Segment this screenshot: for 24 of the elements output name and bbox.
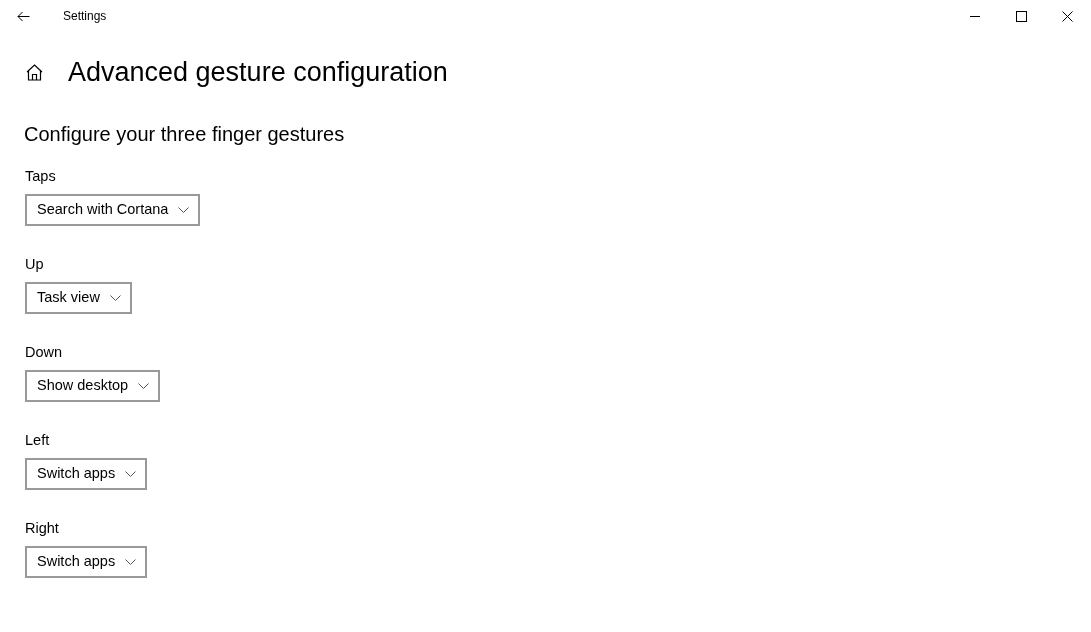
- page-title: Advanced gesture configuration: [68, 56, 448, 89]
- field-label: Up: [25, 255, 44, 274]
- field-label: Down: [25, 343, 63, 362]
- window-title: Settings: [63, 8, 107, 25]
- dropdown[interactable]: Switch apps: [25, 458, 148, 490]
- maximize-icon: [1015, 10, 1027, 22]
- minimize-icon: [970, 15, 980, 17]
- chevron-down-icon: [125, 559, 137, 565]
- dropdown[interactable]: Show desktop: [25, 370, 161, 402]
- chevron-down-icon: [138, 383, 150, 389]
- close-icon: [1061, 10, 1073, 22]
- dropdown[interactable]: Switch apps: [25, 546, 148, 578]
- chevron-down-icon: [178, 207, 190, 213]
- back-arrow-icon: [17, 10, 30, 22]
- field-label: Left: [25, 431, 50, 450]
- home-icon: [26, 63, 43, 81]
- dropdown[interactable]: Task view: [25, 282, 132, 314]
- chevron-down-icon: [125, 471, 137, 477]
- section-heading: Configure your three finger gestures: [24, 122, 346, 147]
- chevron-down-icon: [109, 295, 121, 301]
- field-label: Taps: [25, 167, 56, 186]
- dropdown[interactable]: Search with Cortana: [25, 194, 201, 226]
- field-label: Right: [25, 519, 59, 538]
- home-button[interactable]: [26, 63, 43, 81]
